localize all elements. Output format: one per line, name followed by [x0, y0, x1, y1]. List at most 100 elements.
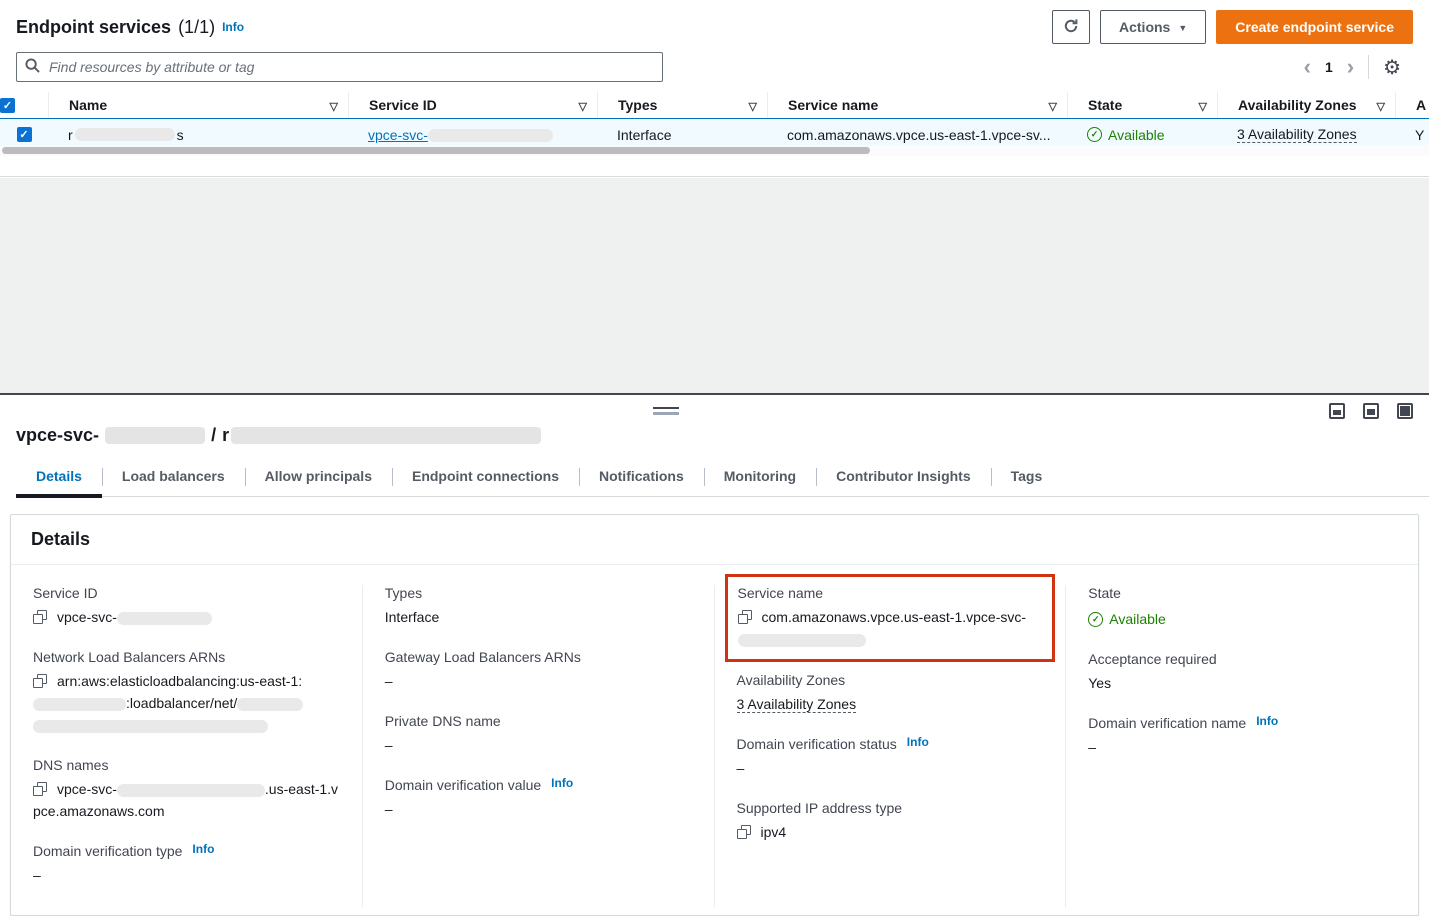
field-availability-zones: Availability Zones 3 Availability Zones — [737, 672, 1044, 715]
background-gap — [0, 178, 1429, 393]
field-label: Service ID — [33, 585, 340, 601]
search-input[interactable] — [47, 58, 654, 76]
column-header-service-name[interactable]: Service name — [767, 92, 1067, 118]
field-supported-ip-address-type: Supported IP address type ipv4 — [737, 800, 1044, 843]
field-value: Available — [1088, 606, 1396, 630]
field-dns-names: DNS names vpce-svc-.us-east-1.vpce.amazo… — [33, 757, 340, 822]
preferences-gear-button[interactable] — [1383, 55, 1401, 80]
info-link[interactable]: Info — [192, 842, 214, 856]
field-label: Domain verification name Info — [1088, 715, 1396, 731]
field-label: Supported IP address type — [737, 800, 1044, 816]
scrollbar-thumb[interactable] — [2, 147, 870, 154]
column-header-service-id[interactable]: Service ID — [348, 92, 597, 118]
tab-monitoring[interactable]: Monitoring — [704, 462, 816, 496]
divider — [1368, 55, 1369, 79]
column-filter-icon[interactable] — [579, 97, 587, 113]
value-text: ipv4 — [761, 824, 787, 840]
previous-page-button[interactable] — [1304, 56, 1311, 78]
panel-size-large-button[interactable] — [1397, 403, 1413, 419]
field-value: arn:aws:elasticloadbalancing:us-east-1::… — [33, 670, 340, 736]
column-filter-icon[interactable] — [1049, 97, 1057, 113]
field-label: Acceptance required — [1088, 651, 1396, 667]
field-value: Yes — [1088, 672, 1396, 694]
status-badge: Available — [1088, 608, 1166, 630]
row-checkbox[interactable] — [17, 127, 32, 142]
panel-title: vpce-svc- / r — [16, 425, 1429, 446]
field-value: com.amazonaws.vpce.us-east-1.vpce-svc- — [738, 606, 1043, 650]
field-state: State Available — [1088, 585, 1396, 630]
field-value: 3 Availability Zones — [737, 693, 1044, 715]
table-header-row: Name Service ID Types Service name State… — [0, 92, 1429, 118]
field-service-name: Service name com.amazonaws.vpce.us-east-… — [738, 585, 1043, 650]
column-filter-icon[interactable] — [749, 97, 757, 113]
search-row: 1 — [0, 50, 1429, 82]
tab-notifications[interactable]: Notifications — [579, 462, 704, 496]
next-page-button[interactable] — [1347, 56, 1354, 78]
copy-icon[interactable] — [33, 782, 47, 796]
column-filter-icon[interactable] — [1199, 97, 1207, 113]
create-endpoint-service-button[interactable]: Create endpoint service — [1216, 10, 1413, 44]
field-private-dns-name: Private DNS name – — [385, 713, 692, 756]
column-header-acceptance[interactable]: A — [1395, 92, 1429, 118]
tab-allow-principals[interactable]: Allow principals — [245, 462, 392, 496]
field-label: Domain verification value Info — [385, 777, 692, 793]
tab-details[interactable]: Details — [16, 462, 102, 496]
info-link[interactable]: Info — [1256, 714, 1278, 728]
label-text: Availability Zones — [737, 672, 846, 688]
tab-contributor-insights[interactable]: Contributor Insights — [816, 462, 991, 496]
redaction — [428, 129, 553, 142]
current-page[interactable]: 1 — [1325, 59, 1333, 75]
copy-icon[interactable] — [737, 825, 751, 839]
field-value: – — [33, 864, 340, 886]
actions-button[interactable]: Actions — [1100, 10, 1206, 44]
availability-zones-popover-trigger[interactable]: 3 Availability Zones — [1237, 126, 1357, 143]
split-panel: vpce-svc- / r Details Load balancers All… — [0, 393, 1429, 886]
field-value: – — [385, 734, 692, 756]
create-label: Create endpoint service — [1235, 19, 1394, 35]
tab-tags[interactable]: Tags — [991, 462, 1063, 496]
copy-icon[interactable] — [33, 674, 47, 688]
column-header-state[interactable]: State — [1067, 92, 1217, 118]
column-label: Types — [618, 97, 657, 113]
column-label: A — [1416, 97, 1426, 113]
field-label: Domain verification status Info — [737, 736, 1044, 752]
label-text: State — [1088, 585, 1121, 601]
info-link[interactable]: Info — [222, 20, 244, 34]
field-service-id: Service ID vpce-svc- — [33, 585, 340, 628]
column-label: Name — [69, 97, 107, 113]
field-domain-verification-status: Domain verification status Info – — [737, 736, 1044, 779]
name-text: s — [177, 127, 184, 143]
column-label: State — [1088, 97, 1122, 113]
service-id-link[interactable]: vpce-svc- — [368, 127, 553, 143]
column-header-availability-zones[interactable]: Availability Zones — [1217, 92, 1395, 118]
column-filter-icon[interactable] — [1377, 97, 1385, 113]
field-value: Interface — [385, 606, 692, 628]
refresh-button[interactable] — [1052, 10, 1090, 44]
availability-zones-popover-trigger[interactable]: 3 Availability Zones — [737, 696, 857, 713]
column-label: Service name — [788, 97, 878, 113]
label-text: Types — [385, 585, 422, 601]
panel-size-small-button[interactable] — [1329, 403, 1345, 419]
column-header-name[interactable]: Name — [48, 92, 348, 118]
details-card: Details Service ID vpce-svc- Network Loa… — [10, 514, 1419, 916]
redaction — [738, 634, 866, 647]
copy-icon[interactable] — [33, 610, 47, 624]
redaction — [117, 612, 212, 625]
select-all-checkbox[interactable] — [0, 98, 15, 113]
panel-resize-handle[interactable] — [653, 407, 679, 415]
column-header-types[interactable]: Types — [597, 92, 767, 118]
column-filter-icon[interactable] — [330, 97, 338, 113]
info-link[interactable]: Info — [551, 776, 573, 790]
field-label: Service name — [738, 585, 1043, 601]
value-text: :loadbalancer/net/ — [126, 695, 237, 711]
tab-endpoint-connections[interactable]: Endpoint connections — [392, 462, 579, 496]
actions-label: Actions — [1119, 19, 1170, 35]
copy-icon[interactable] — [738, 610, 752, 624]
field-label: Network Load Balancers ARNs — [33, 649, 340, 665]
section-header: Endpoint services (1/1) Info Actions Cre… — [0, 0, 1429, 50]
search-box[interactable] — [16, 52, 663, 82]
panel-size-medium-button[interactable] — [1363, 403, 1379, 419]
tab-load-balancers[interactable]: Load balancers — [102, 462, 245, 496]
horizontal-scrollbar[interactable] — [0, 145, 1429, 156]
info-link[interactable]: Info — [907, 735, 929, 749]
